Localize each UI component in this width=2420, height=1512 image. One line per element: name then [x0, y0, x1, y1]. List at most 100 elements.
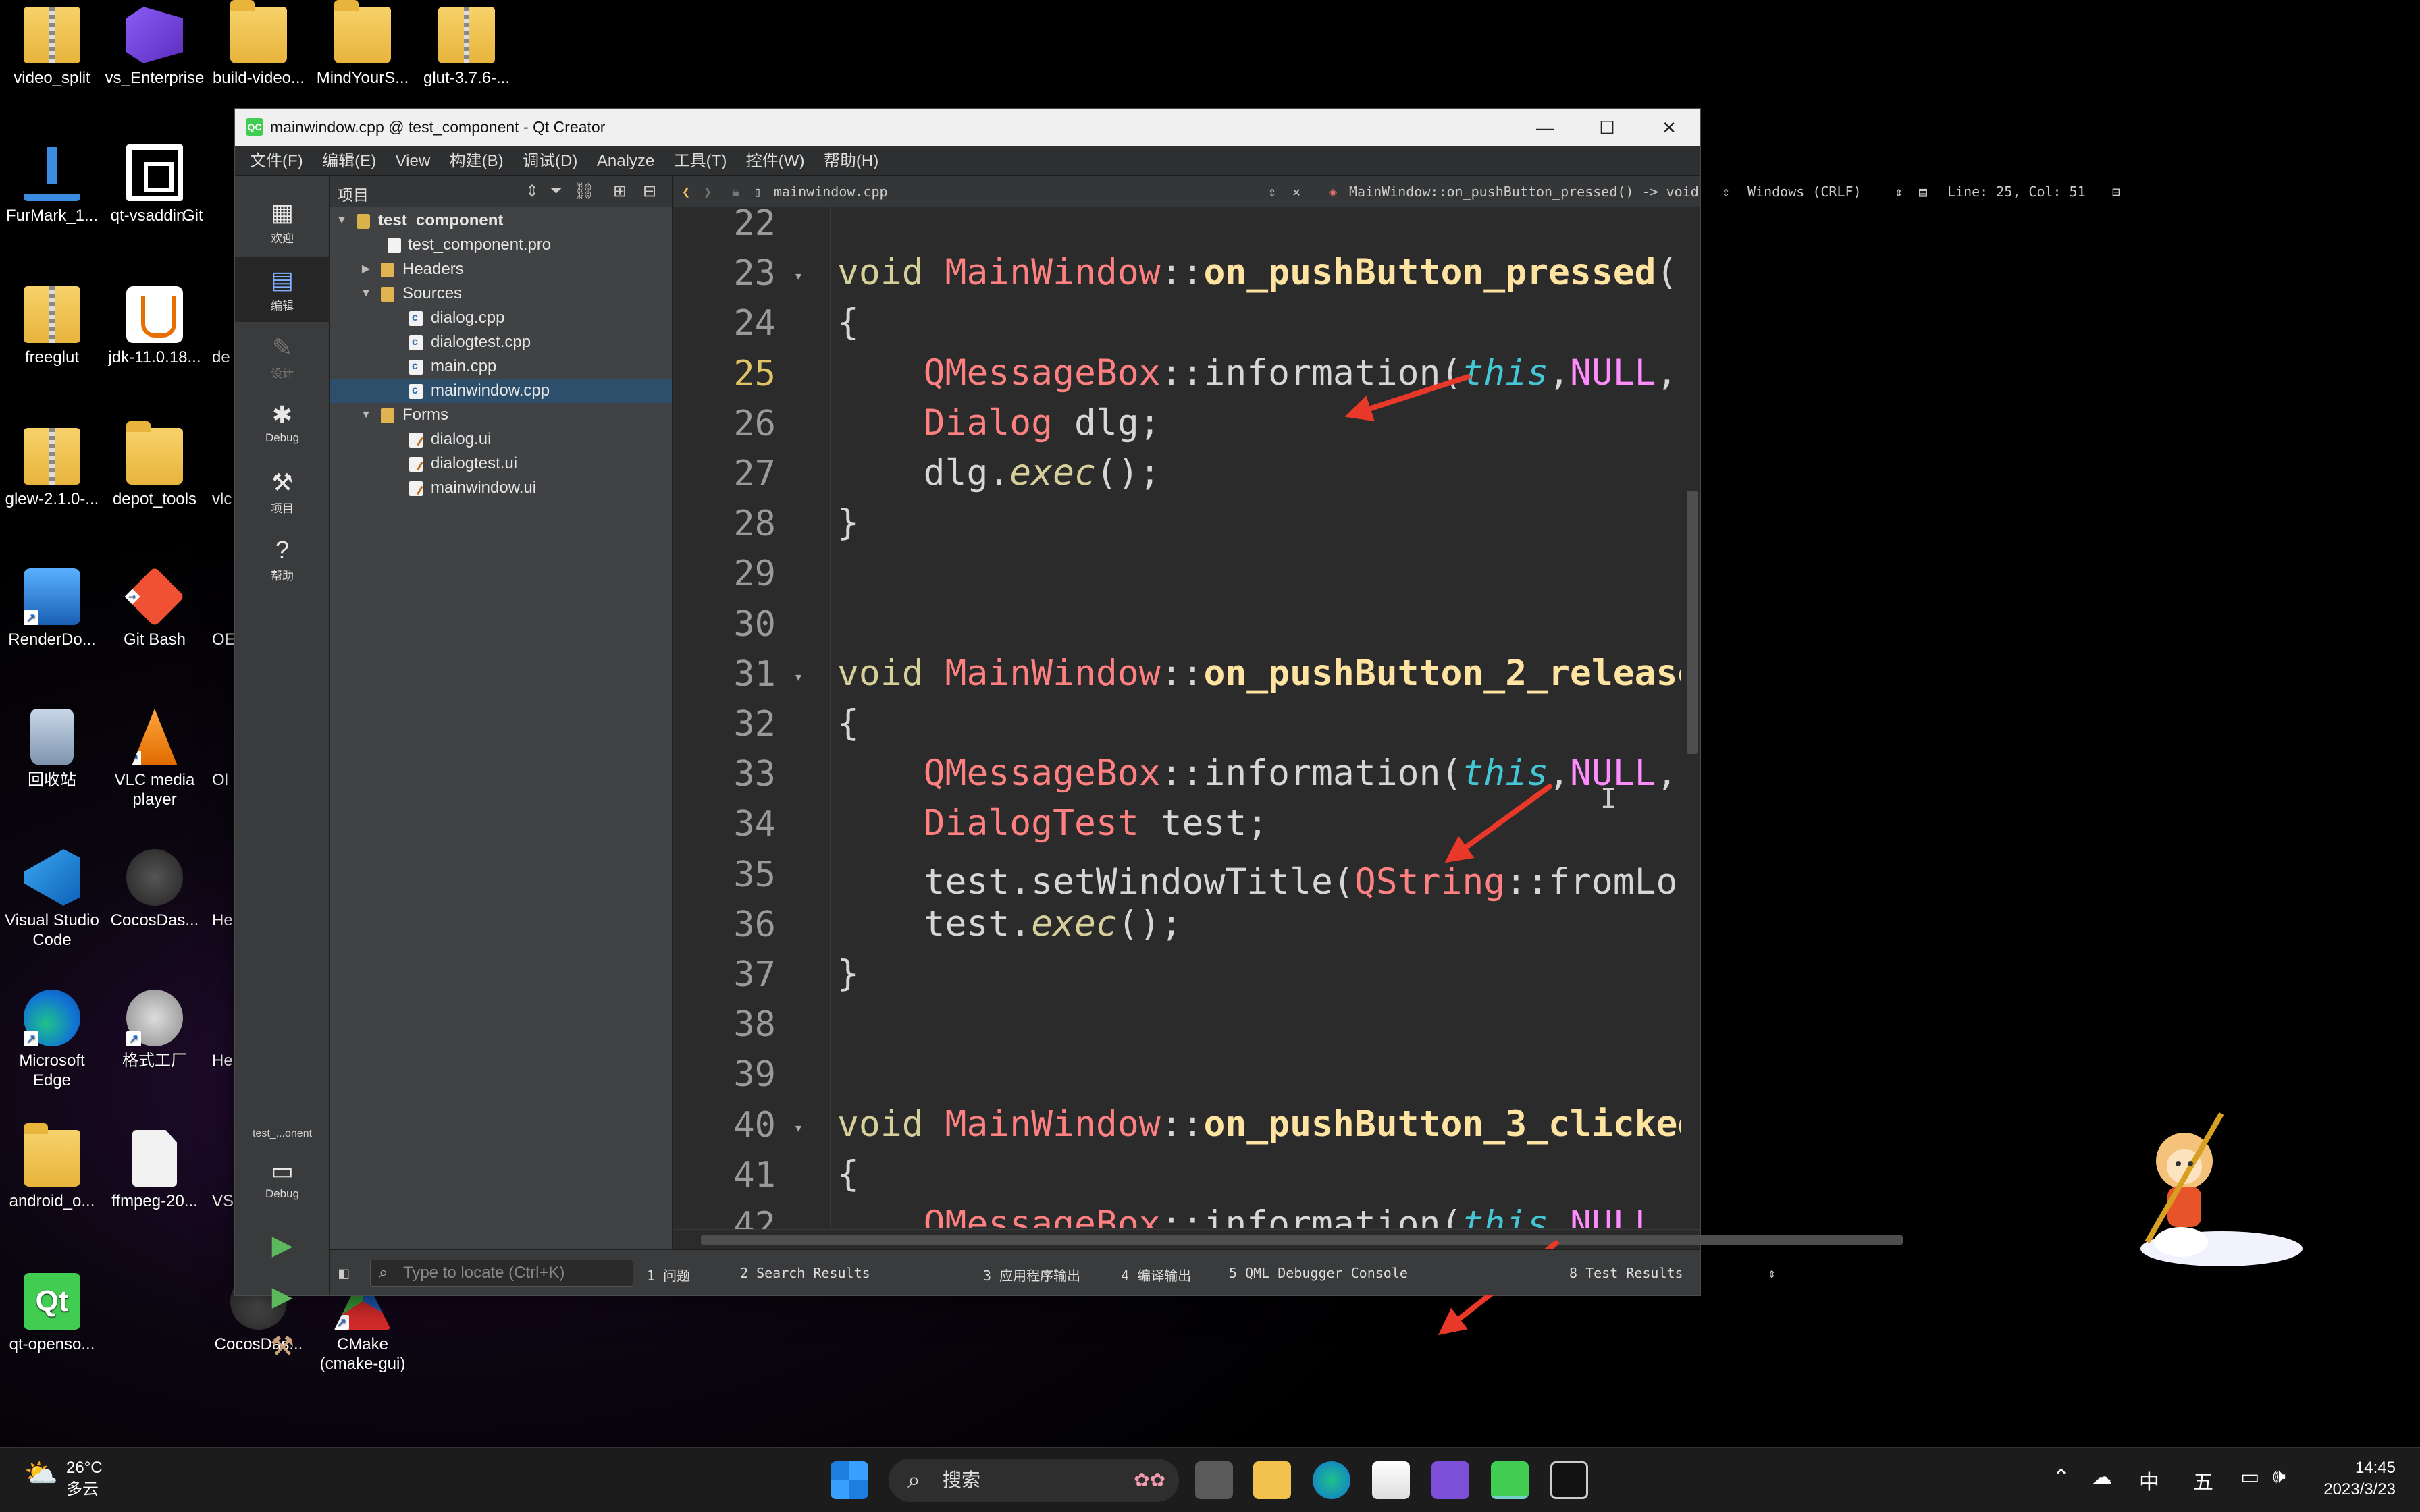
close-document-icon[interactable]: ✕ — [1292, 184, 1300, 200]
visual-studio-taskbar-button[interactable] — [1431, 1461, 1469, 1499]
desktop-icon-jdk[interactable]: jdk-11.0.18... — [104, 286, 205, 368]
tree-item-pro-file[interactable]: test_component.pro — [330, 233, 672, 257]
code-area[interactable]: void MainWindow::on_pushButton_pressed()… — [831, 207, 1681, 1228]
mode-projects[interactable]: ⚒ 项目 — [235, 460, 330, 524]
build-button[interactable]: ⚒ — [266, 1330, 298, 1363]
doc-selector-arrows-icon[interactable]: ⇕ — [1268, 184, 1276, 200]
desktop-icon-format-factory[interactable]: 格式工厂 — [104, 990, 205, 1071]
run-button[interactable]: ▶ — [266, 1229, 298, 1262]
symbol-selector[interactable]: MainWindow::on_pushButton_pressed() -> v… — [1349, 184, 1699, 200]
tree-item-dialogtest-cpp[interactable]: dialogtest.cpp — [330, 330, 672, 354]
file-explorer-button[interactable] — [1253, 1461, 1291, 1499]
desktop-icon-glew[interactable]: glew-2.1.0-... — [1, 428, 103, 510]
desktop-icon-build-video[interactable]: build-video... — [208, 0, 309, 88]
desktop-icon-edge[interactable]: Microsoft Edge — [1, 990, 103, 1091]
forward-arrow-icon[interactable]: ❯ — [704, 184, 712, 200]
kit-selector[interactable]: ▭ Debug — [235, 1148, 330, 1213]
store-taskbar-button[interactable] — [1372, 1461, 1410, 1499]
filter-icon[interactable]: ⏷ — [550, 182, 562, 200]
open-document-selector[interactable]: mainwindow.cpp — [774, 184, 888, 200]
bookmark-icon[interactable]: ▤ — [1919, 184, 1927, 200]
tab-compile-output[interactable]: 4 编译输出 — [1121, 1265, 1191, 1285]
tree-item-dialogtest-ui[interactable]: dialogtest.ui — [330, 452, 672, 476]
menu-widgets[interactable]: 控件(W) — [746, 146, 805, 176]
cursor-position[interactable]: Line: 25, Col: 51 — [1947, 184, 2086, 200]
menu-edit[interactable]: 编辑(E) — [322, 146, 376, 176]
tabs-more-arrows-icon[interactable]: ⇕ — [1768, 1265, 1776, 1281]
horizontal-scroll-thumb[interactable] — [701, 1235, 1903, 1245]
view-selector-arrows-icon[interactable]: ⇕ — [525, 182, 539, 201]
edge-taskbar-button[interactable] — [1313, 1461, 1350, 1499]
split-editor-icon[interactable]: ⊟ — [2112, 184, 2120, 200]
split-icon[interactable]: ⊞ — [613, 182, 627, 201]
desktop-icon-ffmpeg[interactable]: ffmpeg-20... — [104, 1130, 205, 1212]
menu-build[interactable]: 构建(B) — [450, 146, 504, 176]
desktop-icon-vlc[interactable]: VLC media player — [104, 709, 205, 810]
terminal-taskbar-button[interactable] — [1550, 1461, 1588, 1499]
mode-welcome[interactable]: ▦ 欢迎 — [235, 190, 330, 254]
weather-widget[interactable]: ⛅ 26°C 多云 — [24, 1457, 103, 1501]
desktop-icon-depot-tools[interactable]: depot_tools — [104, 421, 205, 510]
maximize-button[interactable]: ☐ — [1576, 109, 1638, 146]
taskbar-search[interactable]: ⌕ 搜索 ✿✿ — [889, 1459, 1179, 1502]
tree-item-mainwindow-ui[interactable]: mainwindow.ui — [330, 476, 672, 500]
show-hidden-icons-icon[interactable]: ⌃ — [2053, 1465, 2070, 1489]
menu-debug[interactable]: 调试(D) — [523, 146, 577, 176]
desktop-icon-furmark[interactable]: FurMark_1... — [1, 144, 103, 226]
tree-item-sources[interactable]: ▼ Sources — [330, 281, 672, 306]
fold-marker-icon[interactable]: ▾ — [795, 1121, 801, 1135]
toggle-sidebar-icon[interactable]: ◧ — [339, 1264, 348, 1282]
menu-analyze[interactable]: Analyze — [597, 146, 654, 176]
desktop-icon-git-partial[interactable]: Git — [182, 144, 236, 226]
tab-test-results[interactable]: 8 Test Results — [1569, 1265, 1683, 1281]
link-icon[interactable]: ⛓ — [574, 182, 594, 201]
ime-mode-indicator[interactable]: 五 — [2193, 1465, 2213, 1495]
desktop-icon-recycle-bin[interactable]: 回收站 — [1, 709, 103, 790]
desktop-icon-glut[interactable]: glut-3.7.6-... — [416, 7, 517, 88]
menu-view[interactable]: View — [396, 146, 431, 176]
tree-item-dialog-cpp[interactable]: dialog.cpp — [330, 306, 672, 330]
desktop-icon-vs-enterprise[interactable]: vs_Enterprise — [104, 7, 205, 88]
line-ending-selector[interactable]: Windows (CRLF) — [1747, 184, 1862, 200]
close-pane-icon[interactable]: ⊟ — [643, 182, 656, 201]
mode-debug[interactable]: ✱ Debug — [235, 392, 330, 457]
ime-indicator[interactable]: 中 — [2139, 1465, 2159, 1495]
tab-application-output[interactable]: 3 应用程序输出 — [983, 1265, 1080, 1285]
tab-qml-debugger-console[interactable]: 5 QML Debugger Console — [1229, 1265, 1408, 1281]
locator-input[interactable]: ⌕ Type to locate (Ctrl+K) — [370, 1260, 633, 1287]
task-view-button[interactable] — [1195, 1461, 1233, 1499]
desktop-icon-freeglut[interactable]: freeglut — [1, 286, 103, 368]
tree-item-dialog-ui[interactable]: dialog.ui — [330, 427, 672, 452]
fold-marker-icon[interactable]: ▾ — [795, 269, 801, 284]
debug-run-button[interactable]: ▶ — [266, 1280, 298, 1313]
volume-icon[interactable]: 🕪︎ — [2273, 1465, 2286, 1488]
mode-edit[interactable]: ▤ 编辑 — [235, 257, 330, 322]
close-button[interactable]: ✕ — [1638, 109, 1700, 146]
desktop-icon-vscode[interactable]: Visual Studio Code — [1, 849, 103, 950]
desktop-icon-qt-opensource[interactable]: Qt qt-openso... — [1, 1273, 103, 1355]
vertical-scroll-thumb[interactable] — [1687, 491, 1698, 754]
mode-design[interactable]: ✎ 设计 — [235, 325, 330, 389]
desktop-icon-renderdoc[interactable]: RenderDo... — [1, 568, 103, 650]
start-button[interactable] — [831, 1461, 868, 1499]
tree-item-forms[interactable]: ▼ Forms — [330, 403, 672, 427]
symbol-selector-arrows-icon[interactable]: ⇕ — [1722, 184, 1730, 200]
desktop-icon-mindyours[interactable]: MindYourS... — [312, 0, 413, 88]
desktop-icon-android[interactable]: android_o... — [1, 1123, 103, 1212]
window-titlebar[interactable]: QC mainwindow.cpp @ test_component - Qt … — [235, 109, 1700, 146]
tab-search-results[interactable]: 2 Search Results — [740, 1265, 870, 1281]
taskbar-clock[interactable]: 14:45 2023/3/23 — [2323, 1457, 2396, 1501]
menu-tools[interactable]: 工具(T) — [674, 146, 727, 176]
tab-issues[interactable]: 1 问题 — [647, 1265, 690, 1285]
back-arrow-icon[interactable]: ❮ — [682, 184, 690, 200]
tree-item-mainwindow-cpp[interactable]: mainwindow.cpp — [330, 379, 672, 403]
fold-marker-icon[interactable]: ▾ — [795, 670, 801, 684]
qt-creator-taskbar-button[interactable] — [1491, 1461, 1529, 1499]
tree-item-main-cpp[interactable]: main.cpp — [330, 354, 672, 379]
desktop-icon-cocosdas[interactable]: CocosDas... — [104, 849, 205, 931]
menu-file[interactable]: 文件(F) — [250, 146, 303, 176]
tree-item-headers[interactable]: ▶ Headers — [330, 257, 672, 281]
menu-help[interactable]: 帮助(H) — [824, 146, 878, 176]
mode-help[interactable]: ? 帮助 — [235, 527, 330, 592]
line-ending-arrows-icon[interactable]: ⇕ — [1895, 184, 1903, 200]
